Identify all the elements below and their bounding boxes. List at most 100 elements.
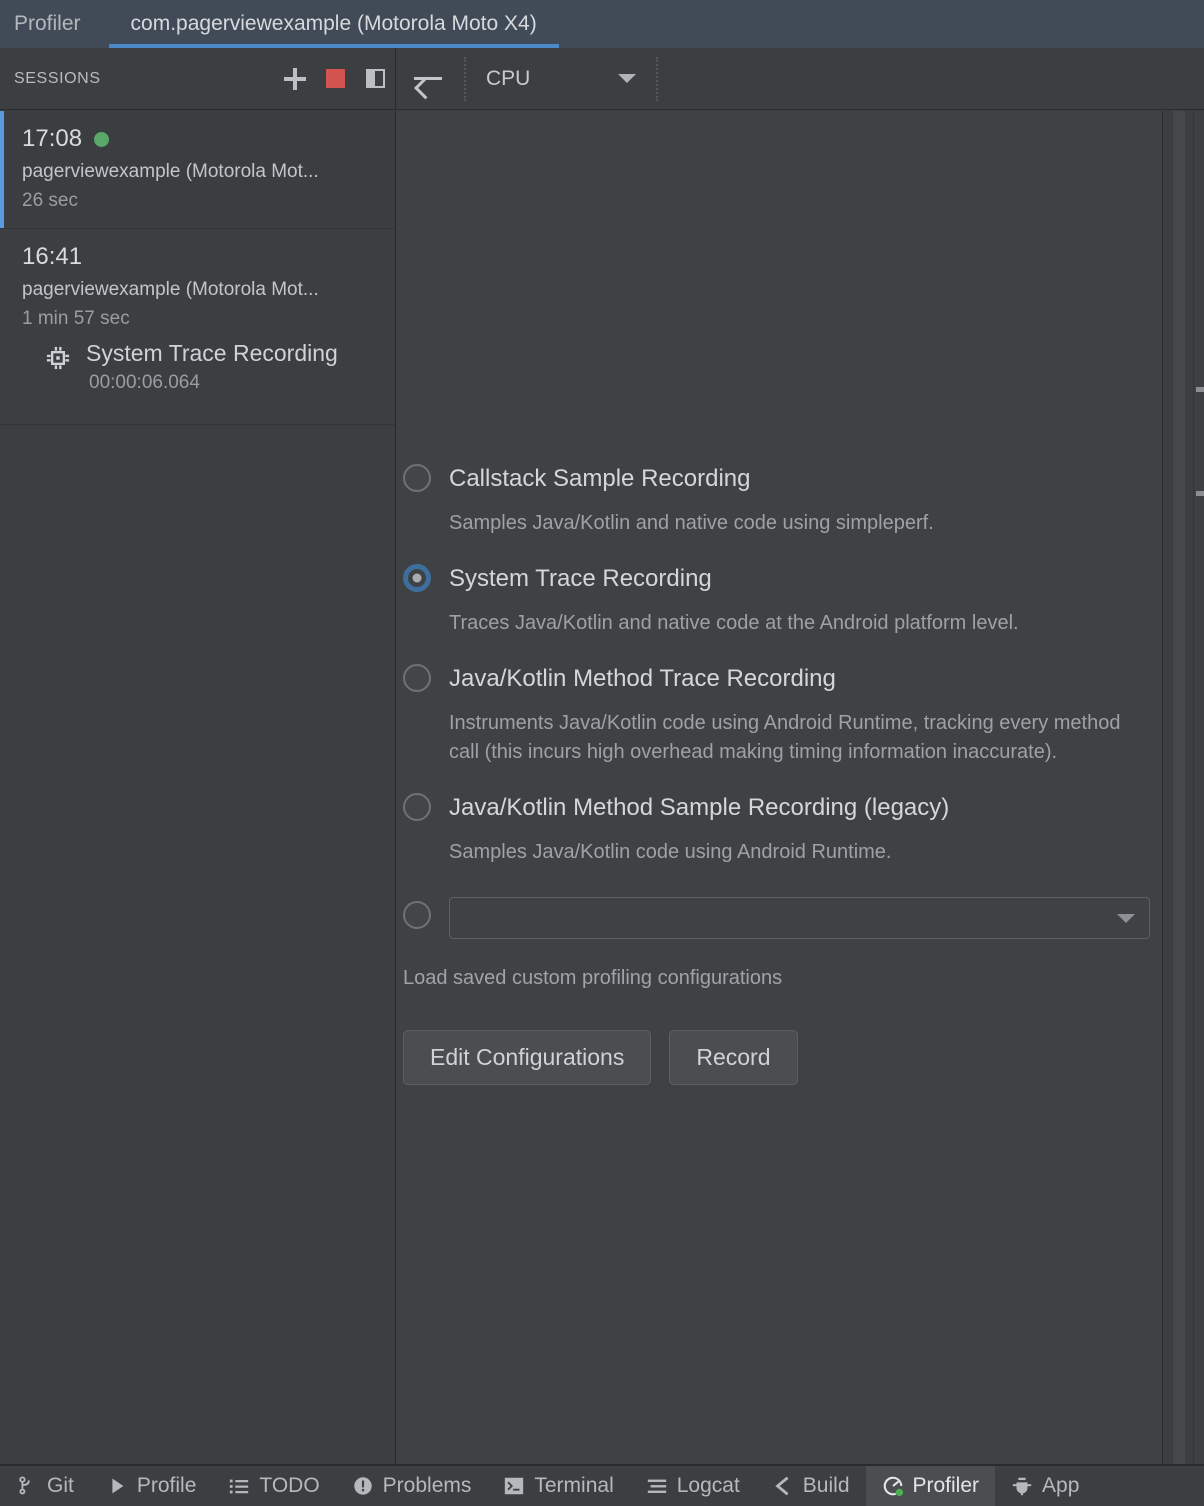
session-time: 16:41 bbox=[22, 243, 83, 270]
option-description: Samples Java/Kotlin and native code usin… bbox=[449, 512, 934, 534]
toolbar-divider-2 bbox=[656, 56, 658, 101]
radio-method-trace[interactable] bbox=[403, 664, 431, 692]
back-arrow-icon[interactable] bbox=[414, 68, 444, 90]
recording-option-callstack-sample[interactable]: Callstack Sample Recording Samples Java/… bbox=[403, 460, 1150, 538]
profiler-gauge-icon bbox=[882, 1475, 904, 1497]
radio-method-sample-legacy[interactable] bbox=[403, 793, 431, 821]
editor-tab-bar: Profiler com.pagerviewexample (Motorola … bbox=[0, 0, 1204, 48]
logcat-lines-icon bbox=[646, 1475, 668, 1497]
status-bar-item-logcat[interactable]: Logcat bbox=[630, 1466, 756, 1506]
status-bar-item-profiler[interactable]: Profiler bbox=[865, 1466, 996, 1506]
warning-circle-icon bbox=[352, 1475, 374, 1497]
recording-option-system-trace[interactable]: System Trace Recording Traces Java/Kotli… bbox=[403, 560, 1150, 638]
custom-config-note: Load saved custom profiling configuratio… bbox=[403, 967, 783, 989]
recording-option-method-trace[interactable]: Java/Kotlin Method Trace Recording Instr… bbox=[403, 660, 1150, 767]
option-header: Java/Kotlin Method Trace Recording bbox=[449, 660, 1150, 698]
stage-select[interactable]: CPU bbox=[472, 57, 650, 101]
session-time-row: 16:41 bbox=[22, 243, 377, 271]
status-bar-item-app-inspection[interactable]: App bbox=[995, 1466, 1095, 1506]
status-bar-item-label: Git bbox=[47, 1474, 74, 1497]
play-triangle-icon bbox=[106, 1475, 128, 1497]
option-title: Java/Kotlin Method Trace Recording bbox=[449, 665, 836, 692]
session-item[interactable]: 16:41 pagerviewexample (Motorola Mot... … bbox=[0, 229, 395, 425]
artifact-title: System Trace Recording bbox=[86, 340, 338, 366]
stop-square-icon bbox=[325, 69, 345, 88]
session-time: 17:08 bbox=[22, 125, 83, 152]
split-panel-icon bbox=[365, 69, 385, 88]
option-header: System Trace Recording bbox=[449, 560, 1150, 598]
status-bar-item-build[interactable]: Build bbox=[756, 1466, 866, 1506]
radio-system-trace[interactable] bbox=[403, 564, 431, 592]
status-bar-item-label: Terminal bbox=[534, 1474, 614, 1497]
recording-config-panel: Callstack Sample Recording Samples Java/… bbox=[403, 460, 1150, 1085]
session-time-row: 17:08 bbox=[22, 125, 377, 153]
add-session-button[interactable] bbox=[275, 59, 315, 99]
cpu-recording-content: Callstack Sample Recording Samples Java/… bbox=[397, 111, 1162, 1465]
record-button[interactable]: Record bbox=[669, 1030, 798, 1085]
live-session-indicator-icon bbox=[94, 131, 110, 147]
adjacent-panel-edge bbox=[1193, 111, 1204, 1465]
hammer-icon bbox=[772, 1475, 794, 1497]
status-bar-item-label: App bbox=[1042, 1474, 1080, 1497]
toggle-sessions-panel-button[interactable] bbox=[355, 59, 395, 99]
tab-session-app[interactable]: com.pagerviewexample (Motorola Moto X4) bbox=[108, 0, 559, 48]
artifact-timestamp: 00:00:06.064 bbox=[89, 372, 200, 393]
session-device-name: pagerviewexample (Motorola Mot... bbox=[22, 161, 319, 182]
list-icon bbox=[228, 1475, 250, 1497]
app-inspection-icon bbox=[1011, 1475, 1033, 1497]
status-bar-item-label: Build bbox=[802, 1474, 850, 1497]
stage-select-value: CPU bbox=[486, 66, 531, 90]
cpu-chip-icon bbox=[44, 344, 72, 372]
option-title: Callstack Sample Recording bbox=[449, 465, 751, 492]
option-description: Instruments Java/Kotlin code using Andro… bbox=[449, 712, 1121, 763]
right-gutter bbox=[1162, 111, 1204, 1465]
ghost-row bbox=[1196, 491, 1204, 496]
status-bar-item-profile[interactable]: Profile bbox=[90, 1466, 213, 1506]
edit-configurations-button[interactable]: Edit Configurations bbox=[403, 1030, 652, 1085]
option-header: Java/Kotlin Method Sample Recording (leg… bbox=[449, 789, 1150, 827]
status-bar-item-label: Profile bbox=[136, 1474, 197, 1497]
tab-profiler[interactable]: Profiler bbox=[0, 0, 109, 48]
toolbar-divider bbox=[464, 56, 466, 101]
session-duration: 1 min 57 sec bbox=[22, 308, 130, 329]
session-duration: 26 sec bbox=[22, 190, 78, 211]
terminal-icon bbox=[503, 1475, 525, 1497]
recording-option-method-sample-legacy[interactable]: Java/Kotlin Method Sample Recording (leg… bbox=[403, 789, 1150, 867]
session-device-name: pagerviewexample (Motorola Mot... bbox=[22, 279, 319, 300]
status-bar-item-label: Profiler bbox=[912, 1474, 980, 1497]
custom-config-dropdown[interactable] bbox=[449, 897, 1150, 939]
sessions-panel: 17:08 pagerviewexample (Motorola Mot... … bbox=[0, 111, 396, 1465]
radio-callstack-sample[interactable] bbox=[403, 464, 431, 492]
plus-icon bbox=[284, 67, 306, 90]
session-item[interactable]: 17:08 pagerviewexample (Motorola Mot... … bbox=[0, 111, 395, 229]
status-bar-item-label: TODO bbox=[259, 1474, 320, 1497]
status-bar: Git Profile TODO Problems Terminal Logca… bbox=[0, 1465, 1204, 1506]
vertical-scrollbar[interactable] bbox=[1173, 111, 1185, 1465]
option-header: Callstack Sample Recording bbox=[449, 460, 1150, 498]
git-branch-icon bbox=[16, 1475, 38, 1497]
sessions-header-label: SESSIONS bbox=[14, 69, 101, 87]
ghost-row bbox=[1196, 387, 1204, 392]
option-title: Java/Kotlin Method Sample Recording (leg… bbox=[449, 794, 950, 821]
chevron-down-icon bbox=[618, 74, 636, 83]
status-bar-item-terminal[interactable]: Terminal bbox=[487, 1466, 629, 1506]
profiler-toolbar: SESSIONS CPU bbox=[0, 48, 1204, 110]
artifact-text: System Trace Recording 00:00:06.064 bbox=[86, 340, 359, 394]
sessions-toolbar: SESSIONS bbox=[0, 48, 396, 109]
custom-config-row[interactable] bbox=[403, 897, 1150, 939]
radio-custom-config[interactable] bbox=[403, 901, 431, 929]
status-bar-item-problems[interactable]: Problems bbox=[336, 1466, 488, 1506]
session-artifact-item[interactable]: System Trace Recording 00:00:06.064 bbox=[22, 330, 377, 408]
status-bar-item-git[interactable]: Git bbox=[0, 1466, 90, 1506]
status-bar-item-label: Problems bbox=[382, 1474, 472, 1497]
status-bar-item-label: Logcat bbox=[676, 1474, 740, 1497]
option-title: System Trace Recording bbox=[449, 565, 712, 592]
stop-recording-button[interactable] bbox=[315, 59, 355, 99]
chevron-down-icon bbox=[1117, 913, 1135, 923]
status-bar-item-todo[interactable]: TODO bbox=[212, 1466, 335, 1506]
action-button-row: Edit Configurations Record bbox=[403, 1030, 1150, 1085]
stage-toolbar: CPU bbox=[396, 48, 1204, 109]
